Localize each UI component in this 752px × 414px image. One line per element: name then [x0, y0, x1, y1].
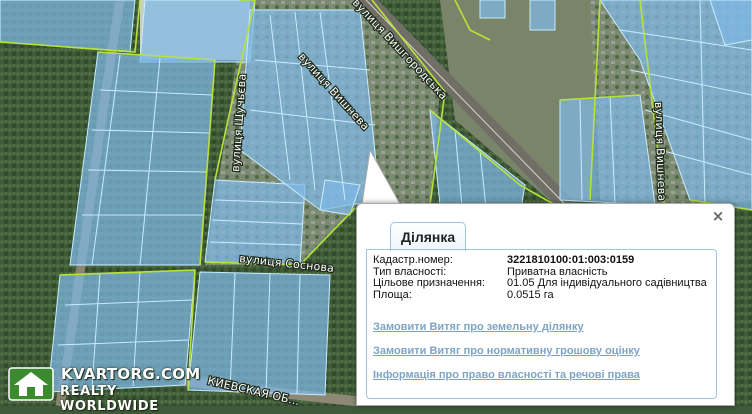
value-cadastral-number: 3221810100:01:003:0159 [507, 254, 635, 266]
parcel-info-table: Кадастр.номер: 3221810100:01:003:0159 Ти… [373, 254, 711, 302]
popup-body: Кадастр.номер: 3221810100:01:003:0159 Ти… [366, 249, 717, 399]
tab-parcel[interactable]: Ділянка [390, 222, 467, 251]
link-order-valuation-extract[interactable]: Замовити Витяг про нормативну грошову оц… [373, 345, 640, 357]
link-order-land-extract[interactable]: Замовити Витяг про земельну ділянку [373, 321, 584, 333]
watermark-brand: KVARTORG.COM [61, 365, 201, 383]
watermark-tagline: REALTY WORLDWIDE [60, 384, 159, 414]
link-ownership-info[interactable]: Інформація про право власності та речові… [373, 369, 640, 381]
label-cadastral-number: Кадастр.номер: [373, 254, 453, 266]
value-area: 0.0515 га [507, 288, 554, 301]
house-logo-icon [8, 367, 54, 401]
label-purpose: Цільове призначення: [373, 277, 485, 289]
kvartorg-watermark: KVARTORG.COM REALTY WORLDWIDE [6, 361, 200, 414]
row-cadastral-number: Кадастр.номер: 3221810100:01:003:0159 [373, 254, 711, 267]
popup-pointer [362, 150, 401, 206]
row-purpose: Цільове призначення: 01.05 Для індивідуа… [373, 277, 711, 290]
parcel-info-popup: × Ділянка Кадастр.номер: 3221810100:01:0… [356, 203, 735, 406]
value-purpose: 01.05 Для індивідуального садівництва [507, 277, 707, 289]
close-icon[interactable]: × [711, 209, 725, 224]
row-area: Площа: 0.0515 га [373, 288, 711, 302]
label-area: Площа: [373, 288, 412, 301]
